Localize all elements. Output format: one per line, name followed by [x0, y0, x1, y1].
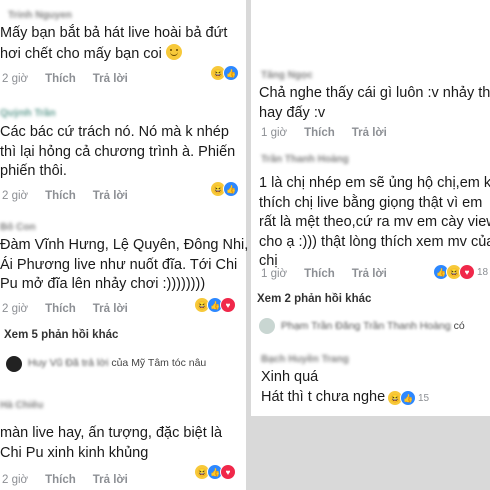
comment-text: Các bác cứ trách nó. Nó mà k nhép thì lạ…: [0, 124, 236, 179]
reply-link[interactable]: Trả lời: [93, 303, 145, 315]
reply-author-name: Huy Vũ Đã trả lời: [28, 357, 109, 369]
like-link[interactable]: Thích: [45, 303, 93, 315]
timestamp: 1 giờ: [261, 127, 288, 139]
comment-actions: 2 giờ Thích Trả lời: [2, 474, 145, 486]
commenter-name[interactable]: Trần Thanh Hoàng: [261, 154, 349, 165]
commenter-name[interactable]: Bạch Huyền Trang: [261, 354, 349, 365]
comment-actions: 2 giờ Thích Trả lời: [2, 190, 145, 202]
comment: Trinh Nguyen Mấy bạn bắt bả hát live hoà…: [0, 0, 246, 96]
comment-actions: 1 giờ Thích Trả lời: [261, 127, 404, 139]
reply-link[interactable]: Trả lời: [352, 127, 404, 139]
timestamp: 2 giờ: [2, 303, 29, 315]
reaction-summary[interactable]: 😆 👍 15: [387, 390, 429, 406]
right-comments-panel: Tăng Ngọc Chả nghe thấy cái gì luôn :v n…: [251, 0, 490, 416]
commenter-name[interactable]: Quỳnh Trần: [0, 108, 56, 119]
view-more-replies-link[interactable]: Xem 5 phản hồi khác: [4, 329, 118, 341]
timestamp: 1 giờ: [261, 268, 288, 280]
reply-preview[interactable]: Phạm Trần Đăng Trần Thanh Hoàng có: [251, 314, 490, 338]
like-link[interactable]: Thích: [304, 127, 352, 139]
reaction-summary[interactable]: 👍 😆 ♥ 18: [433, 264, 488, 280]
reaction-summary[interactable]: 😆 👍 ♥: [194, 297, 236, 313]
like-link[interactable]: Thích: [304, 268, 352, 280]
love-reaction-icon: ♥: [459, 264, 475, 280]
reply-link[interactable]: Trả lời: [352, 268, 404, 280]
love-reaction-icon: ♥: [220, 297, 236, 313]
comment-text: 1 là chị nhép em sẽ ủng hộ chị,em k thíc…: [259, 175, 490, 269]
reaction-summary[interactable]: 😆 👍: [210, 65, 239, 81]
comment-actions: 2 giờ Thích Trả lời: [2, 303, 145, 315]
comment: Trần Thanh Hoàng 1 là chị nhép em sẽ ủng…: [251, 150, 490, 290]
commenter-name[interactable]: Hà Chiêu: [0, 400, 43, 411]
comment: Tăng Ngọc Chả nghe thấy cái gì luôn :v n…: [251, 62, 490, 146]
avatar: [259, 318, 275, 334]
comment-actions: 2 giờ Thích Trả lời: [2, 73, 145, 85]
reply-preview-text: Huy Vũ Đã trả lời của Mỹ Tâm tóc nâu: [28, 357, 206, 369]
comment: Bô Con Đàm Vĩnh Hưng, Lệ Quyên, Đông Nhi…: [0, 208, 249, 323]
comment-actions: 1 giờ Thích Trả lời: [261, 268, 404, 280]
view-more-replies-link[interactable]: Xem 2 phản hồi khác: [257, 293, 371, 305]
comment-text: Chả nghe thấy cái gì luôn :v nhảy thì ha…: [259, 85, 490, 121]
reply-preview-suffix: của Mỹ Tâm tóc nâu: [111, 357, 207, 369]
reply-author-name: Phạm Trần Đăng Trần Thanh Hoàng: [281, 320, 451, 332]
reaction-summary[interactable]: 😆 👍 ♥: [194, 464, 236, 480]
like-reaction-icon: 👍: [400, 390, 416, 406]
reply-link[interactable]: Trả lời: [93, 474, 145, 486]
comment-text: Xinh quá Hát thì t chưa nghe: [261, 369, 386, 405]
timestamp: 2 giờ: [2, 190, 29, 202]
like-reaction-icon: 👍: [223, 65, 239, 81]
reply-preview[interactable]: Huy Vũ Đã trả lời của Mỹ Tâm tóc nâu: [0, 352, 246, 376]
reaction-summary[interactable]: 😆 👍: [210, 181, 239, 197]
left-comments-panel: Trinh Nguyen Mấy bạn bắt bả hát live hoà…: [0, 0, 249, 490]
like-reaction-icon: 👍: [223, 181, 239, 197]
comment: Quỳnh Trần Các bác cứ trách nó. Nó mà k …: [0, 96, 246, 208]
reaction-count: 18: [477, 266, 489, 278]
commenter-name[interactable]: Tăng Ngọc: [261, 70, 313, 81]
commenter-name[interactable]: Bô Con: [0, 222, 36, 233]
like-link[interactable]: Thích: [45, 474, 93, 486]
reply-preview-text: Phạm Trần Đăng Trần Thanh Hoàng có: [281, 320, 465, 332]
like-link[interactable]: Thích: [45, 190, 93, 202]
smiley-emoji-icon: [165, 43, 182, 60]
avatar: [6, 356, 22, 372]
comment: Bạch Huyền Trang Xinh quá Hát thì t chưa…: [251, 342, 490, 416]
reply-link[interactable]: Trả lời: [93, 73, 145, 85]
love-reaction-icon: ♥: [220, 464, 236, 480]
comment-text: Mấy bạn bắt bả hát live hoài bả đứt hơi …: [0, 25, 228, 62]
comment-text: Đàm Vĩnh Hưng, Lệ Quyên, Đông Nhi, Ái Ph…: [0, 237, 249, 292]
comment: Hà Chiêu màn live hay, ấn tượng, đặc biệ…: [0, 378, 246, 490]
timestamp: 2 giờ: [2, 474, 29, 486]
like-link[interactable]: Thích: [45, 73, 93, 85]
reply-preview-suffix: có: [453, 320, 465, 332]
reply-link[interactable]: Trả lời: [93, 190, 145, 202]
commenter-name[interactable]: Trinh Nguyen: [8, 10, 72, 21]
timestamp: 2 giờ: [2, 73, 29, 85]
comment-text: màn live hay, ấn tượng, đặc biệt là Chi …: [0, 425, 223, 461]
reaction-count: 15: [418, 392, 430, 404]
